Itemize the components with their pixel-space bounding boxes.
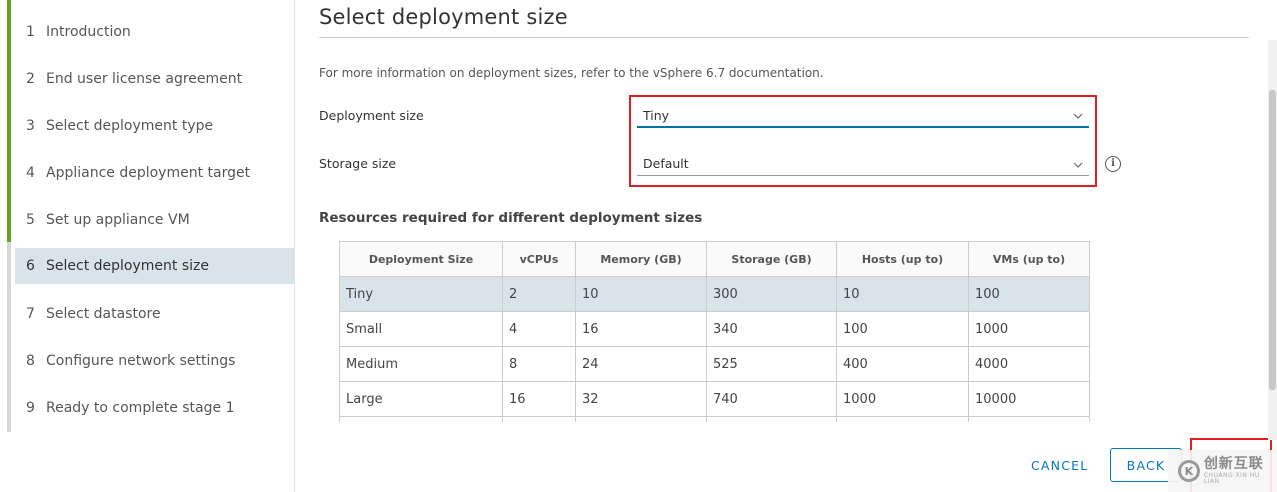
- info-icon[interactable]: i: [1105, 156, 1121, 172]
- table-row-partial: [339, 416, 1090, 422]
- watermark: K 创新互联 CHUANG XIN HU LIAN: [1168, 450, 1277, 492]
- step-number: 9: [26, 400, 35, 416]
- table-cell: 1000: [968, 311, 1090, 347]
- page-title: Select deployment size: [319, 5, 568, 29]
- table-cell: 8: [502, 346, 576, 382]
- step-label: Configure network settings: [46, 353, 236, 369]
- step-deployment-type[interactable]: 3 Select deployment type: [15, 108, 294, 144]
- step-deployment-size[interactable]: 6 Select deployment size: [15, 248, 294, 284]
- table-cell: Tiny: [339, 276, 503, 312]
- table-cell: 2: [502, 276, 576, 312]
- table-cell-empty: [968, 416, 1090, 422]
- step-deployment-target[interactable]: 4 Appliance deployment target: [15, 155, 294, 191]
- table-cell: 10000: [968, 381, 1090, 417]
- table-cell: 16: [502, 381, 576, 417]
- step-ready-to-complete[interactable]: 9 Ready to complete stage 1: [15, 390, 294, 426]
- column-header[interactable]: VMs (up to): [968, 241, 1090, 277]
- watermark-text-cn: 创新互联: [1203, 456, 1264, 472]
- step-label: Select deployment type: [46, 118, 214, 134]
- storage-size-value: Default: [643, 156, 689, 171]
- step-introduction[interactable]: 1 Introduction: [15, 14, 294, 50]
- step-number: 5: [26, 212, 35, 228]
- step-eula[interactable]: 2 End user license agreement: [15, 61, 294, 97]
- step-label: End user license agreement: [46, 71, 243, 87]
- table-cell: 300: [706, 276, 837, 312]
- table-cell: 100: [836, 311, 969, 347]
- table-row[interactable]: Small 4 16 340 100 1000: [339, 311, 1090, 347]
- watermark-text: 创新互联 CHUANG XIN HU LIAN: [1204, 457, 1277, 485]
- table-cell: 4000: [968, 346, 1090, 382]
- column-header[interactable]: Hosts (up to): [836, 241, 969, 277]
- progress-line-remaining: [7, 242, 11, 432]
- column-header[interactable]: Storage (GB): [706, 241, 837, 277]
- step-number: 6: [26, 258, 35, 274]
- step-number: 7: [26, 306, 35, 322]
- title-divider: [319, 37, 1249, 38]
- table-cell: 24: [575, 346, 707, 382]
- table-cell: 32: [575, 381, 707, 417]
- resources-table-wrapper: Deployment Size vCPUs Memory (GB) Storag…: [339, 241, 1090, 422]
- table-cell: 740: [706, 381, 837, 417]
- watermark-text-en: CHUANG XIN HU LIAN: [1203, 472, 1260, 485]
- table-cell-empty: [502, 416, 576, 422]
- info-text: For more information on deployment sizes…: [319, 66, 824, 80]
- step-number: 8: [26, 353, 35, 369]
- progress-line-completed: [7, 0, 11, 242]
- step-label: Ready to complete stage 1: [46, 400, 235, 416]
- step-number: 3: [26, 118, 35, 134]
- column-header[interactable]: Memory (GB): [575, 241, 707, 277]
- table-cell-empty: [575, 416, 707, 422]
- table-cell: 4: [502, 311, 576, 347]
- table-cell: 400: [836, 346, 969, 382]
- table-cell: Large: [339, 381, 503, 417]
- table-cell-empty: [706, 416, 837, 422]
- step-number: 1: [26, 24, 35, 40]
- resources-table: Deployment Size vCPUs Memory (GB) Storag…: [339, 241, 1090, 422]
- table-row[interactable]: Large 16 32 740 1000 10000: [339, 381, 1090, 417]
- step-number: 2: [26, 71, 35, 87]
- table-cell: 10: [836, 276, 969, 312]
- table-header-row: Deployment Size vCPUs Memory (GB) Storag…: [339, 241, 1090, 277]
- table-cell: 10: [575, 276, 707, 312]
- storage-size-label: Storage size: [319, 156, 397, 171]
- step-datastore[interactable]: 7 Select datastore: [15, 296, 294, 332]
- table-cell: 100: [968, 276, 1090, 312]
- step-number: 4: [26, 165, 35, 181]
- resources-title: Resources required for different deploym…: [319, 210, 703, 226]
- step-label: Set up appliance VM: [46, 212, 190, 228]
- chevron-down-icon: [1073, 157, 1083, 171]
- table-cell: Small: [339, 311, 503, 347]
- table-cell: 340: [706, 311, 837, 347]
- table-cell: 1000: [836, 381, 969, 417]
- table-row[interactable]: Medium 8 24 525 400 4000: [339, 346, 1090, 382]
- table-cell-empty: [836, 416, 969, 422]
- step-label: Introduction: [46, 24, 131, 40]
- step-label: Select datastore: [46, 306, 161, 322]
- table-cell: Medium: [339, 346, 503, 382]
- deployment-size-select[interactable]: Tiny: [637, 104, 1089, 128]
- step-network-settings[interactable]: 8 Configure network settings: [15, 343, 294, 379]
- wizard-sidebar: 1 Introduction 2 End user license agreem…: [0, 0, 295, 492]
- scrollbar-thumb[interactable]: [1269, 90, 1276, 390]
- main-panel: Select deployment size For more informat…: [295, 0, 1277, 492]
- vertical-scrollbar[interactable]: [1268, 40, 1277, 440]
- table-cell: 525: [706, 346, 837, 382]
- watermark-logo-icon: K: [1178, 460, 1200, 482]
- step-label: Select deployment size: [46, 258, 209, 274]
- table-cell: 16: [575, 311, 707, 347]
- column-header[interactable]: vCPUs: [502, 241, 576, 277]
- cancel-button[interactable]: CANCEL: [1031, 458, 1088, 473]
- table-cell-empty: [339, 416, 503, 422]
- column-header[interactable]: Deployment Size: [339, 241, 503, 277]
- deployment-size-label: Deployment size: [319, 108, 424, 123]
- step-appliance-vm[interactable]: 5 Set up appliance VM: [15, 202, 294, 238]
- chevron-down-icon: [1073, 108, 1083, 122]
- deployment-size-value: Tiny: [643, 107, 670, 123]
- storage-size-select[interactable]: Default: [637, 152, 1089, 176]
- step-label: Appliance deployment target: [46, 165, 251, 181]
- table-row[interactable]: Tiny 2 10 300 10 100: [339, 276, 1090, 312]
